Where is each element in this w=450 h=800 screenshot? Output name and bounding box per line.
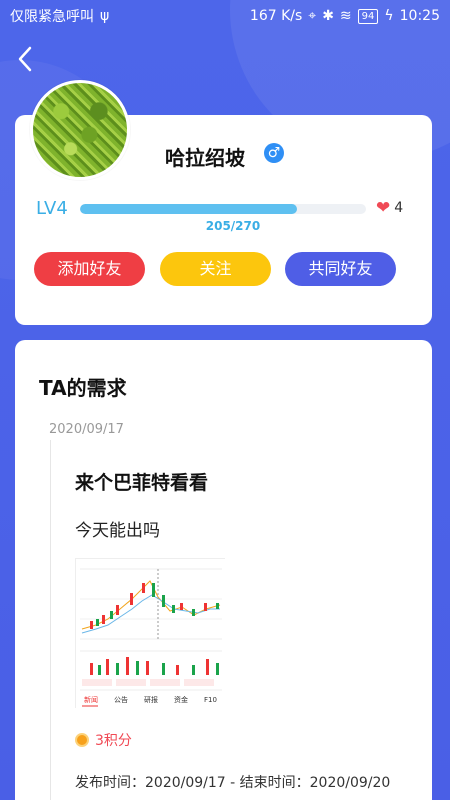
clock: 10:25 — [399, 8, 440, 24]
back-arrow-icon[interactable] — [14, 44, 40, 74]
heart-icon: ❤ — [376, 198, 391, 218]
image-tab-funds: 资金 — [174, 695, 188, 704]
post-description: 今天能出吗 — [75, 521, 160, 541]
post-dates: 发布时间：2020/09/17 - 结束时间：2020/09/20 — [75, 775, 391, 791]
charging-icon: ϟ — [384, 8, 394, 24]
coin-icon — [75, 733, 89, 747]
timeline-line — [50, 440, 51, 800]
level-progress-fill — [80, 204, 298, 214]
image-tab-notice: 公告 — [114, 695, 128, 704]
level-progress-bar — [80, 204, 366, 214]
needs-card: TA的需求 2020/09/17 来个巴菲特看看 今天能出吗 新闻 公告 研报 … — [15, 340, 432, 800]
post-title[interactable]: 来个巴菲特看看 — [75, 468, 208, 495]
level-label: LV4 — [36, 198, 68, 219]
section-title: TA的需求 — [39, 376, 127, 400]
network-speed: 167 K/s — [249, 8, 303, 24]
likes[interactable]: ❤ 4 — [376, 198, 403, 218]
image-tab-news: 新闻 — [84, 695, 98, 704]
add-friend-button[interactable]: 添加好友 — [34, 252, 145, 286]
battery-icon: 94 — [357, 8, 379, 24]
post-date: 2020/09/17 — [49, 422, 124, 437]
level-progress-text: 205/270 — [205, 219, 261, 233]
carrier-text: 仅限紧急呼叫 — [10, 9, 94, 25]
reward: 3积分 — [75, 730, 132, 750]
stock-chart-thumbnail: 新闻 公告 研报 资金 F10 — [76, 559, 226, 709]
image-tab-f10: F10 — [204, 696, 217, 704]
wifi-icon: ≋ — [339, 8, 352, 24]
bluetooth-icon: ✱ — [322, 8, 334, 24]
reward-text: 3积分 — [95, 733, 132, 749]
male-icon: ♂ — [264, 143, 284, 163]
username: 哈拉绍坡 — [165, 146, 245, 170]
post-image[interactable]: 新闻 公告 研报 资金 F10 — [75, 558, 226, 709]
avatar[interactable] — [30, 80, 130, 180]
image-tab-research: 研报 — [144, 695, 158, 704]
usb-icon: ψ — [100, 8, 110, 24]
mutual-friends-button[interactable]: 共同好友 — [285, 252, 396, 286]
status-bar: 仅限紧急呼叫 ψ 167 K/s ⌖ ✱ ≋ 94 ϟ 10:25 — [0, 0, 450, 32]
location-icon: ⌖ — [308, 8, 317, 24]
follow-button[interactable]: 关注 — [160, 252, 271, 286]
likes-count: 4 — [394, 200, 404, 216]
